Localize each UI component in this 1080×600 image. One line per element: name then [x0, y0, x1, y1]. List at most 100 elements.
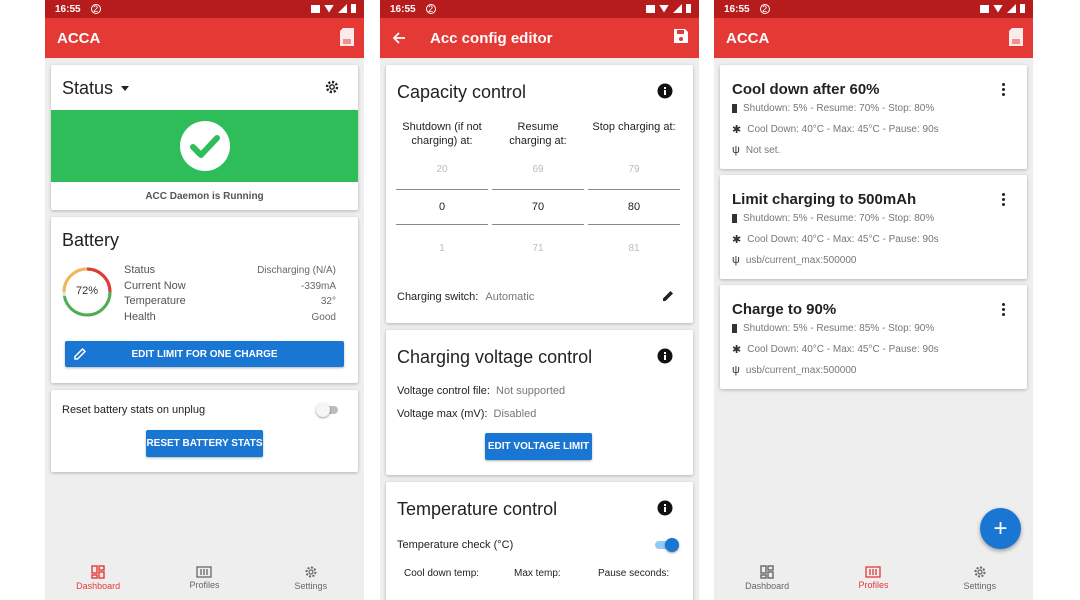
battery-row: Temperature 32°	[124, 294, 336, 310]
picker-divider	[492, 189, 584, 190]
status-dropdown[interactable]: Status	[62, 78, 130, 99]
usb-icon: ψ	[732, 364, 740, 376]
battery-icon	[686, 4, 691, 13]
save-icon[interactable]	[673, 28, 689, 44]
info-icon[interactable]	[657, 83, 673, 99]
settings-icon	[305, 566, 317, 578]
sd-card-icon[interactable]	[340, 28, 354, 46]
profile-usb-text: Not set.	[745, 144, 781, 156]
temperature-check-toggle[interactable]	[653, 538, 679, 552]
battery-small-icon	[732, 214, 737, 223]
running-banner	[51, 110, 358, 182]
status-time: 16:55	[390, 3, 416, 15]
nav-profiles[interactable]: Profiles	[164, 566, 244, 590]
value-selected: 70	[531, 201, 545, 213]
app-bar: Acc config editor	[380, 18, 699, 58]
picker-divider	[588, 224, 680, 225]
more-vert-icon[interactable]	[1002, 303, 1005, 318]
profile-temp-row: ✱ Cool Down: 40°C - Max: 45°C - Pause: 9…	[732, 233, 939, 246]
profile-capacity-text: Shutdown: 5% - Resume: 85% - Stop: 90%	[743, 323, 935, 334]
battery-card: Battery 72% Status Discharging (N/A) Curr…	[51, 217, 358, 383]
profile-usb-row: ψ usb/current_max:500000	[732, 254, 856, 266]
nav-settings[interactable]: Settings	[271, 565, 351, 591]
voltage-max-label: Voltage max (mV):	[397, 408, 488, 420]
pencil-icon	[74, 347, 87, 360]
vibrate-icon	[980, 4, 989, 13]
settings-icon	[974, 566, 986, 578]
temperature-title: Temperature control	[397, 499, 558, 519]
phone-dashboard: 16:55 2 ACCA Status ACC Daemon is Runnin…	[45, 0, 364, 600]
nav-dashboard[interactable]: Dashboard	[727, 565, 807, 591]
back-arrow-icon[interactable]	[392, 31, 406, 45]
picker-divider	[396, 189, 488, 190]
status-bar: 16:55 2	[714, 0, 1033, 18]
voltage-file-label: Voltage control file:	[397, 385, 490, 397]
nav-profiles[interactable]: Profiles	[833, 566, 913, 590]
temp-col-pause: Pause seconds:	[598, 568, 670, 579]
profile-usb-text: usb/current_max:500000	[745, 364, 857, 376]
check-circle-icon	[179, 121, 230, 171]
app-bar: ACCA	[45, 18, 364, 58]
wifi-icon	[324, 4, 334, 13]
edit-voltage-limit-button[interactable]: EDIT VOLTAGE LIMIT	[485, 433, 592, 460]
profile-usb-row: ψ usb/current_max:500000	[732, 364, 856, 376]
value-above: 20	[436, 164, 448, 175]
nav-profiles-label: Profiles	[189, 580, 220, 590]
profile-capacity-row: Shutdown: 5% - Resume: 70% - Stop: 80%	[732, 103, 934, 114]
profile-card[interactable]: Charge to 90% Shutdown: 5% - Resume: 85%…	[720, 285, 1027, 389]
battery-details: Status Discharging (N/A) Current Now -339m…	[124, 263, 336, 325]
edit-switch-pencil-icon[interactable]	[661, 289, 675, 303]
app-bar: ACCA	[714, 18, 1033, 58]
edit-limit-button[interactable]: EDIT LIMIT FOR ONE CHARGE	[65, 341, 344, 367]
snowflake-icon: ✱	[732, 124, 742, 136]
resume-picker[interactable]: Resume charging at: 69 70 71	[492, 120, 584, 254]
sd-card-icon[interactable]	[1009, 28, 1023, 46]
row-label: Temperature	[124, 295, 186, 307]
status-bar: 16:55 2	[380, 0, 699, 18]
row-value: Discharging (N/A)	[257, 265, 336, 276]
temp-col-max: Max temp:	[514, 568, 561, 579]
battery-title: Battery	[62, 230, 120, 250]
battery-icon	[351, 4, 356, 13]
nav-settings[interactable]: Settings	[940, 565, 1020, 591]
more-vert-icon[interactable]	[1002, 83, 1005, 98]
nav-settings-label: Settings	[963, 581, 997, 591]
row-label: Current Now	[124, 279, 186, 292]
profile-capacity-row: Shutdown: 5% - Resume: 70% - Stop: 80%	[732, 213, 934, 224]
reset-on-unplug-label: Reset battery stats on unplug	[62, 404, 206, 416]
stop-picker[interactable]: Stop charging at: 79 80 81	[588, 120, 680, 254]
voltage-max-value: Disabled	[493, 408, 537, 420]
reset-on-unplug-toggle[interactable]	[316, 403, 340, 417]
profile-card[interactable]: Limit charging to 500mAh Shutdown: 5% - …	[720, 175, 1027, 279]
add-profile-fab[interactable]: +	[980, 508, 1021, 549]
profile-temp-text: Cool Down: 40°C - Max: 45°C - Pause: 90s	[747, 344, 939, 355]
nav-settings-label: Settings	[294, 581, 328, 591]
profile-card[interactable]: Cool down after 60% Shutdown: 5% - Resum…	[720, 65, 1027, 169]
status-time: 16:55	[55, 3, 81, 15]
nav-dashboard-label: Dashboard	[745, 581, 790, 591]
reset-battery-stats-button[interactable]: RESET BATTERY STATS	[146, 430, 263, 457]
wifi-icon	[659, 4, 669, 13]
shutdown-picker[interactable]: Shutdown (if not charging) at: 20 0 1	[396, 120, 488, 254]
wifi-icon	[993, 4, 1003, 13]
status-card: Status ACC Daemon is Running	[51, 65, 358, 210]
row-value: 32°	[320, 296, 336, 307]
picker-divider	[396, 224, 488, 225]
temp-col-cooldown: Cool down temp:	[404, 568, 480, 579]
info-icon[interactable]	[657, 348, 673, 364]
voltage-card: Charging voltage control Voltage control…	[386, 330, 693, 475]
profile-capacity-text: Shutdown: 5% - Resume: 70% - Stop: 80%	[743, 213, 935, 224]
voltage-title: Charging voltage control	[397, 347, 593, 367]
battery-small-icon	[732, 324, 737, 333]
battery-row: Health Good	[124, 310, 336, 326]
value-below: 1	[439, 243, 445, 254]
nav-dashboard[interactable]: Dashboard	[58, 565, 138, 591]
info-icon[interactable]	[657, 500, 673, 516]
col-header: Resume charging at:	[509, 121, 567, 147]
plus-icon: +	[993, 514, 1008, 542]
usb-icon: ψ	[732, 254, 740, 266]
more-vert-icon[interactable]	[1002, 193, 1005, 208]
settings-gear-icon[interactable]	[324, 79, 340, 95]
profile-title: Cool down after 60%	[732, 81, 880, 98]
vibrate-icon	[646, 4, 655, 13]
